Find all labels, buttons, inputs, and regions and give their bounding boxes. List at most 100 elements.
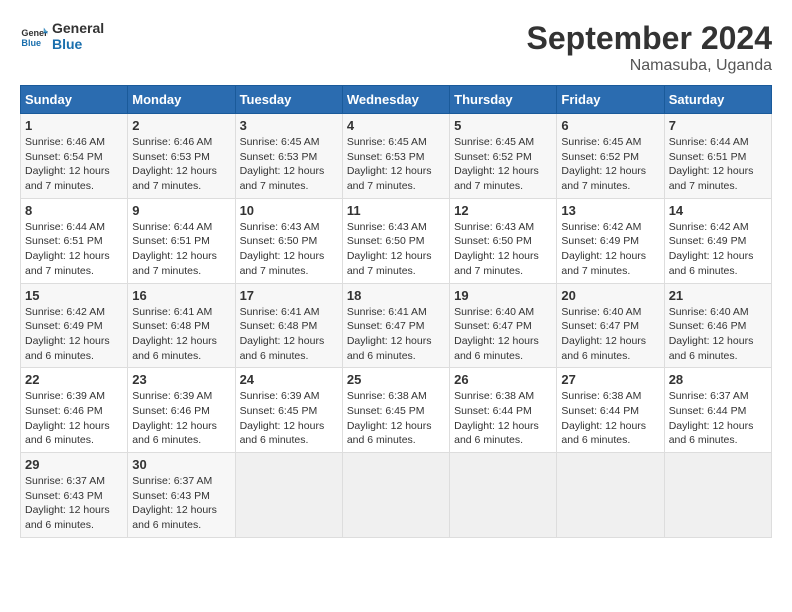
sunrise: Sunrise: 6:43 AM bbox=[454, 221, 534, 233]
daylight: Daylight: 12 hours and 7 minutes. bbox=[669, 165, 754, 192]
sunrise: Sunrise: 6:37 AM bbox=[669, 390, 749, 402]
sunset: Sunset: 6:52 PM bbox=[561, 151, 639, 163]
location-title: Namasuba, Uganda bbox=[527, 57, 772, 75]
daylight: Daylight: 12 hours and 7 minutes. bbox=[347, 250, 432, 277]
day-cell: 21Sunrise: 6:40 AMSunset: 6:46 PMDayligh… bbox=[664, 283, 771, 368]
sunrise: Sunrise: 6:45 AM bbox=[454, 136, 534, 148]
daylight: Daylight: 12 hours and 6 minutes. bbox=[132, 335, 217, 362]
sunset: Sunset: 6:48 PM bbox=[240, 320, 318, 332]
day-info: Sunrise: 6:41 AMSunset: 6:48 PMDaylight:… bbox=[240, 305, 338, 364]
daylight: Daylight: 12 hours and 7 minutes. bbox=[561, 165, 646, 192]
daylight: Daylight: 12 hours and 7 minutes. bbox=[454, 165, 539, 192]
sunrise: Sunrise: 6:41 AM bbox=[132, 306, 212, 318]
daylight: Daylight: 12 hours and 7 minutes. bbox=[25, 165, 110, 192]
day-number: 20 bbox=[561, 288, 659, 303]
day-number: 21 bbox=[669, 288, 767, 303]
sunrise: Sunrise: 6:42 AM bbox=[25, 306, 105, 318]
sunrise: Sunrise: 6:41 AM bbox=[240, 306, 320, 318]
day-cell bbox=[557, 453, 664, 538]
day-number: 6 bbox=[561, 118, 659, 133]
daylight: Daylight: 12 hours and 6 minutes. bbox=[132, 420, 217, 447]
sunset: Sunset: 6:49 PM bbox=[669, 235, 747, 247]
day-info: Sunrise: 6:45 AMSunset: 6:52 PMDaylight:… bbox=[561, 135, 659, 194]
day-info: Sunrise: 6:44 AMSunset: 6:51 PMDaylight:… bbox=[132, 220, 230, 279]
sunset: Sunset: 6:50 PM bbox=[454, 235, 532, 247]
logo: General Blue General Blue bbox=[20, 20, 104, 52]
week-row-1: 1Sunrise: 6:46 AMSunset: 6:54 PMDaylight… bbox=[21, 114, 772, 199]
day-number: 29 bbox=[25, 457, 123, 472]
day-cell: 11Sunrise: 6:43 AMSunset: 6:50 PMDayligh… bbox=[342, 198, 449, 283]
day-cell: 9Sunrise: 6:44 AMSunset: 6:51 PMDaylight… bbox=[128, 198, 235, 283]
daylight: Daylight: 12 hours and 7 minutes. bbox=[454, 250, 539, 277]
day-number: 7 bbox=[669, 118, 767, 133]
sunset: Sunset: 6:53 PM bbox=[132, 151, 210, 163]
day-info: Sunrise: 6:45 AMSunset: 6:53 PMDaylight:… bbox=[240, 135, 338, 194]
day-info: Sunrise: 6:37 AM Sunset: 6:43 PM Daylight:… bbox=[25, 474, 123, 533]
day-cell: 20Sunrise: 6:40 AMSunset: 6:47 PMDayligh… bbox=[557, 283, 664, 368]
day-cell: 22Sunrise: 6:39 AMSunset: 6:46 PMDayligh… bbox=[21, 368, 128, 453]
day-info: Sunrise: 6:40 AMSunset: 6:47 PMDaylight:… bbox=[454, 305, 552, 364]
sunset: Sunset: 6:43 PM bbox=[132, 490, 210, 502]
daylight: Daylight: 12 hours and 6 minutes. bbox=[25, 335, 110, 362]
daylight: Daylight: 12 hours and 6 minutes. bbox=[454, 335, 539, 362]
daylight: Daylight: 12 hours and 6 minutes. bbox=[25, 420, 110, 447]
day-cell bbox=[450, 453, 557, 538]
sunrise: Sunrise: 6:38 AM bbox=[561, 390, 641, 402]
week-row-3: 15Sunrise: 6:42 AMSunset: 6:49 PMDayligh… bbox=[21, 283, 772, 368]
sunrise: Sunrise: 6:39 AM bbox=[240, 390, 320, 402]
sunrise: Sunrise: 6:44 AM bbox=[25, 221, 105, 233]
sunset: Sunset: 6:44 PM bbox=[669, 405, 747, 417]
day-number: 24 bbox=[240, 372, 338, 387]
sunset: Sunset: 6:48 PM bbox=[132, 320, 210, 332]
sunset: Sunset: 6:47 PM bbox=[561, 320, 639, 332]
day-info: Sunrise: 6:40 AMSunset: 6:47 PMDaylight:… bbox=[561, 305, 659, 364]
day-info: Sunrise: 6:39 AMSunset: 6:46 PMDaylight:… bbox=[25, 389, 123, 448]
day-cell: 30Sunrise: 6:37 AMSunset: 6:43 PMDayligh… bbox=[128, 453, 235, 538]
sunrise: Sunrise: 6:44 AM bbox=[669, 136, 749, 148]
sunrise: Sunrise: 6:40 AM bbox=[669, 306, 749, 318]
daylight: Daylight: 12 hours and 7 minutes. bbox=[347, 165, 432, 192]
day-number: 18 bbox=[347, 288, 445, 303]
day-info: Sunrise: 6:42 AM Sunset: 6:49 PM Daylight:… bbox=[25, 305, 123, 364]
day-cell: 24Sunrise: 6:39 AMSunset: 6:45 PMDayligh… bbox=[235, 368, 342, 453]
day-cell: 25Sunrise: 6:38 AMSunset: 6:45 PMDayligh… bbox=[342, 368, 449, 453]
day-info: Sunrise: 6:38 AMSunset: 6:45 PMDaylight:… bbox=[347, 389, 445, 448]
day-cell: 26Sunrise: 6:38 AMSunset: 6:44 PMDayligh… bbox=[450, 368, 557, 453]
daylight: Daylight: 12 hours and 6 minutes. bbox=[561, 420, 646, 447]
day-cell: 6 Sunrise: 6:45 AMSunset: 6:52 PMDaylight… bbox=[557, 114, 664, 199]
header-cell-wednesday: Wednesday bbox=[342, 86, 449, 114]
sunset: Sunset: 6:53 PM bbox=[240, 151, 318, 163]
day-info: Sunrise: 6:37 AM Sunset: 6:44 PM Daylight:… bbox=[669, 389, 767, 448]
day-info: Sunrise: 6:45 AMSunset: 6:52 PMDaylight:… bbox=[454, 135, 552, 194]
day-info: Sunrise: 6:41 AM Sunset: 6:48 PM Daylight:… bbox=[132, 305, 230, 364]
day-cell: 8Sunrise: 6:44 AMSunset: 6:51 PMDaylight… bbox=[21, 198, 128, 283]
sunset: Sunset: 6:49 PM bbox=[25, 320, 103, 332]
day-cell bbox=[235, 453, 342, 538]
sunrise: Sunrise: 6:37 AM bbox=[132, 475, 212, 487]
svg-text:Blue: Blue bbox=[21, 38, 41, 48]
daylight: Daylight: 12 hours and 6 minutes. bbox=[669, 250, 754, 277]
day-info: Sunrise: 6:42 AMSunset: 6:49 PMDaylight:… bbox=[669, 220, 767, 279]
day-number: 17 bbox=[240, 288, 338, 303]
day-cell bbox=[342, 453, 449, 538]
calendar-body: 1Sunrise: 6:46 AMSunset: 6:54 PMDaylight… bbox=[21, 114, 772, 538]
day-number: 8 bbox=[25, 203, 123, 218]
daylight: Daylight: 12 hours and 6 minutes. bbox=[669, 420, 754, 447]
day-info: Sunrise: 6:43 AM Sunset: 6:50 PM Daylight:… bbox=[454, 220, 552, 279]
sunrise: Sunrise: 6:39 AM bbox=[132, 390, 212, 402]
daylight: Daylight: 12 hours and 7 minutes. bbox=[132, 250, 217, 277]
title-area: September 2024 Namasuba, Uganda bbox=[527, 20, 772, 75]
sunset: Sunset: 6:44 PM bbox=[454, 405, 532, 417]
sunrise: Sunrise: 6:40 AM bbox=[561, 306, 641, 318]
day-number: 26 bbox=[454, 372, 552, 387]
week-row-5: 29 Sunrise: 6:37 AM Sunset: 6:43 PM Dayligh… bbox=[21, 453, 772, 538]
day-cell: 1Sunrise: 6:46 AMSunset: 6:54 PMDaylight… bbox=[21, 114, 128, 199]
sunset: Sunset: 6:43 PM bbox=[25, 490, 103, 502]
day-number: 12 bbox=[454, 203, 552, 218]
sunset: Sunset: 6:49 PM bbox=[561, 235, 639, 247]
day-info: Sunrise: 6:46 AMSunset: 6:53 PMDaylight:… bbox=[132, 135, 230, 194]
daylight: Daylight: 12 hours and 6 minutes. bbox=[25, 504, 110, 531]
daylight: Daylight: 12 hours and 6 minutes. bbox=[132, 504, 217, 531]
sunrise: Sunrise: 6:37 AM bbox=[25, 475, 105, 487]
sunset: Sunset: 6:44 PM bbox=[561, 405, 639, 417]
